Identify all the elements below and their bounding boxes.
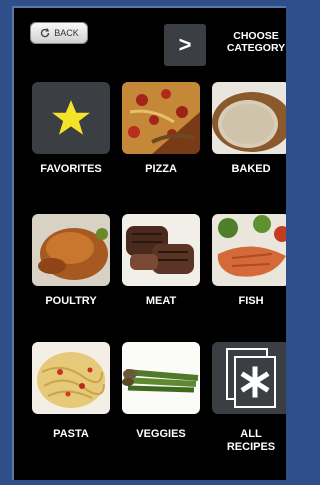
device-frame: BACK > CHOOSE CATEGORY FAVORITES PIZZA B…	[0, 0, 286, 485]
title-line-1: CHOOSE	[233, 30, 279, 42]
chicken-photo	[32, 214, 110, 286]
page-title: CHOOSE CATEGORY	[210, 30, 286, 54]
all-recipes-label-line-1: ALL	[240, 428, 262, 440]
chevron-right-icon: >	[178, 32, 192, 57]
favorites-label: FAVORITES	[40, 163, 102, 175]
meat-tile[interactable]	[122, 214, 200, 286]
baked-tile[interactable]	[212, 82, 286, 154]
pizza-tile[interactable]	[122, 82, 200, 154]
steak-photo	[122, 214, 200, 286]
baked-label: BAKED	[231, 163, 271, 175]
pizza-label: PIZZA	[145, 163, 177, 175]
pasta-tile[interactable]	[32, 342, 110, 414]
veggies-label: VEGGIES	[136, 428, 186, 440]
star-icon	[52, 100, 90, 135]
pasta-label: PASTA	[53, 428, 89, 440]
all-recipes-tile[interactable]	[212, 342, 286, 414]
veggies-tile[interactable]	[122, 342, 200, 414]
back-button[interactable]: BACK	[30, 22, 88, 44]
asparagus-photo	[122, 342, 200, 414]
pizza-photo	[122, 82, 200, 154]
back-arrow-icon	[41, 28, 50, 38]
back-label: BACK	[54, 28, 79, 38]
bread-photo	[212, 82, 286, 154]
poultry-tile[interactable]	[32, 214, 110, 286]
pasta-photo	[32, 342, 110, 414]
fish-label: FISH	[238, 295, 264, 307]
poultry-label: POULTRY	[45, 295, 97, 307]
next-page-button[interactable]: >	[164, 24, 206, 66]
fish-tile[interactable]	[212, 214, 286, 286]
app-screen: BACK > CHOOSE CATEGORY FAVORITES PIZZA B…	[12, 6, 286, 480]
title-line-2: CATEGORY	[226, 42, 286, 54]
favorites-tile[interactable]	[32, 82, 110, 154]
recipe-cards-icon	[226, 348, 276, 408]
meat-label: MEAT	[145, 295, 177, 307]
all-recipes-label: ALL RECIPES	[203, 428, 286, 454]
salmon-photo	[212, 214, 286, 286]
all-recipes-label-line-2: RECIPES	[226, 441, 276, 453]
